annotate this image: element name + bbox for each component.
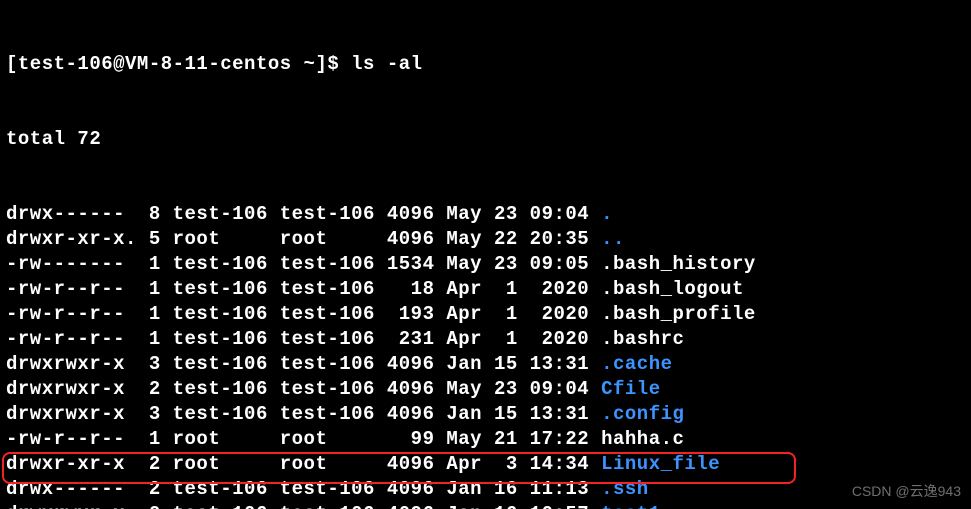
file-meta: drwx------ 2 test-106 test-106 4096 Jan … bbox=[6, 478, 601, 500]
file-meta: -rw------- 1 test-106 test-106 1534 May … bbox=[6, 253, 601, 275]
shell-prompt: [test-106@VM-8-11-centos ~]$ bbox=[6, 53, 351, 75]
file-name: .bash_profile bbox=[601, 303, 756, 325]
file-name: .cache bbox=[601, 353, 672, 375]
command-text: ls -al bbox=[351, 53, 422, 75]
watermark-text: CSDN @云逸943 bbox=[852, 479, 961, 504]
file-row: -rw-r--r-- 1 test-106 test-106 231 Apr 1… bbox=[6, 327, 965, 352]
file-meta: drwxrwxr-x 3 test-106 test-106 4096 Jan … bbox=[6, 403, 601, 425]
file-meta: drwxr-xr-x. 5 root root 4096 May 22 20:3… bbox=[6, 228, 601, 250]
file-row: -rw-r--r-- 1 test-106 test-106 18 Apr 1 … bbox=[6, 277, 965, 302]
file-name: .ssh bbox=[601, 478, 649, 500]
file-row: -rw-r--r-- 1 test-106 test-106 193 Apr 1… bbox=[6, 302, 965, 327]
total-line: total 72 bbox=[6, 127, 965, 152]
file-name: . bbox=[601, 203, 613, 225]
file-meta: drwxrwxr-x 2 test-106 test-106 4096 May … bbox=[6, 378, 601, 400]
file-meta: -rw-r--r-- 1 root root 99 May 21 17:22 bbox=[6, 428, 601, 450]
file-meta: drwxrwxr-x 3 test-106 test-106 4096 Jan … bbox=[6, 353, 601, 375]
file-name: Linux_file bbox=[601, 453, 720, 475]
file-meta: -rw-r--r-- 1 test-106 test-106 193 Apr 1… bbox=[6, 303, 601, 325]
file-meta: -rw-r--r-- 1 test-106 test-106 18 Apr 1 … bbox=[6, 278, 601, 300]
file-row: drwxr-xr-x. 5 root root 4096 May 22 20:3… bbox=[6, 227, 965, 252]
file-row: drwx------ 2 test-106 test-106 4096 Jan … bbox=[6, 477, 965, 502]
file-name: .config bbox=[601, 403, 684, 425]
file-meta: -rw-r--r-- 1 test-106 test-106 231 Apr 1… bbox=[6, 328, 601, 350]
file-row: drwx------ 8 test-106 test-106 4096 May … bbox=[6, 202, 965, 227]
file-name: .bashrc bbox=[601, 328, 684, 350]
file-meta: drwx------ 8 test-106 test-106 4096 May … bbox=[6, 203, 601, 225]
terminal-window[interactable]: [test-106@VM-8-11-centos ~]$ ls -al tota… bbox=[0, 0, 971, 509]
file-row: drwxrwxr-x 3 test-106 test-106 4096 Jan … bbox=[6, 352, 965, 377]
file-row: -rw------- 1 test-106 test-106 1534 May … bbox=[6, 252, 965, 277]
file-name: hahha.c bbox=[601, 428, 684, 450]
file-name: .bash_history bbox=[601, 253, 756, 275]
file-row: drwxrwxr-x 3 test-106 test-106 4096 Jan … bbox=[6, 402, 965, 427]
file-meta: drwxr-xr-x 2 root root 4096 Apr 3 14:34 bbox=[6, 453, 601, 475]
file-row: drwxr-xr-x 2 root root 4096 Apr 3 14:34 … bbox=[6, 452, 965, 477]
prompt-line: [test-106@VM-8-11-centos ~]$ ls -al bbox=[6, 52, 965, 77]
file-row: -rw-r--r-- 1 root root 99 May 21 17:22 h… bbox=[6, 427, 965, 452]
file-name: .bash_logout bbox=[601, 278, 744, 300]
file-row: drwxrwxr-x 2 test-106 test-106 4096 May … bbox=[6, 377, 965, 402]
file-name: .. bbox=[601, 228, 625, 250]
file-meta: drwxrwxr-x 2 test-106 test-106 4096 Jan … bbox=[6, 503, 601, 509]
file-listing: drwx------ 8 test-106 test-106 4096 May … bbox=[6, 202, 965, 509]
file-name: Cfile bbox=[601, 378, 661, 400]
file-name: test1 bbox=[601, 503, 661, 509]
file-row: drwxrwxr-x 2 test-106 test-106 4096 Jan … bbox=[6, 502, 965, 509]
